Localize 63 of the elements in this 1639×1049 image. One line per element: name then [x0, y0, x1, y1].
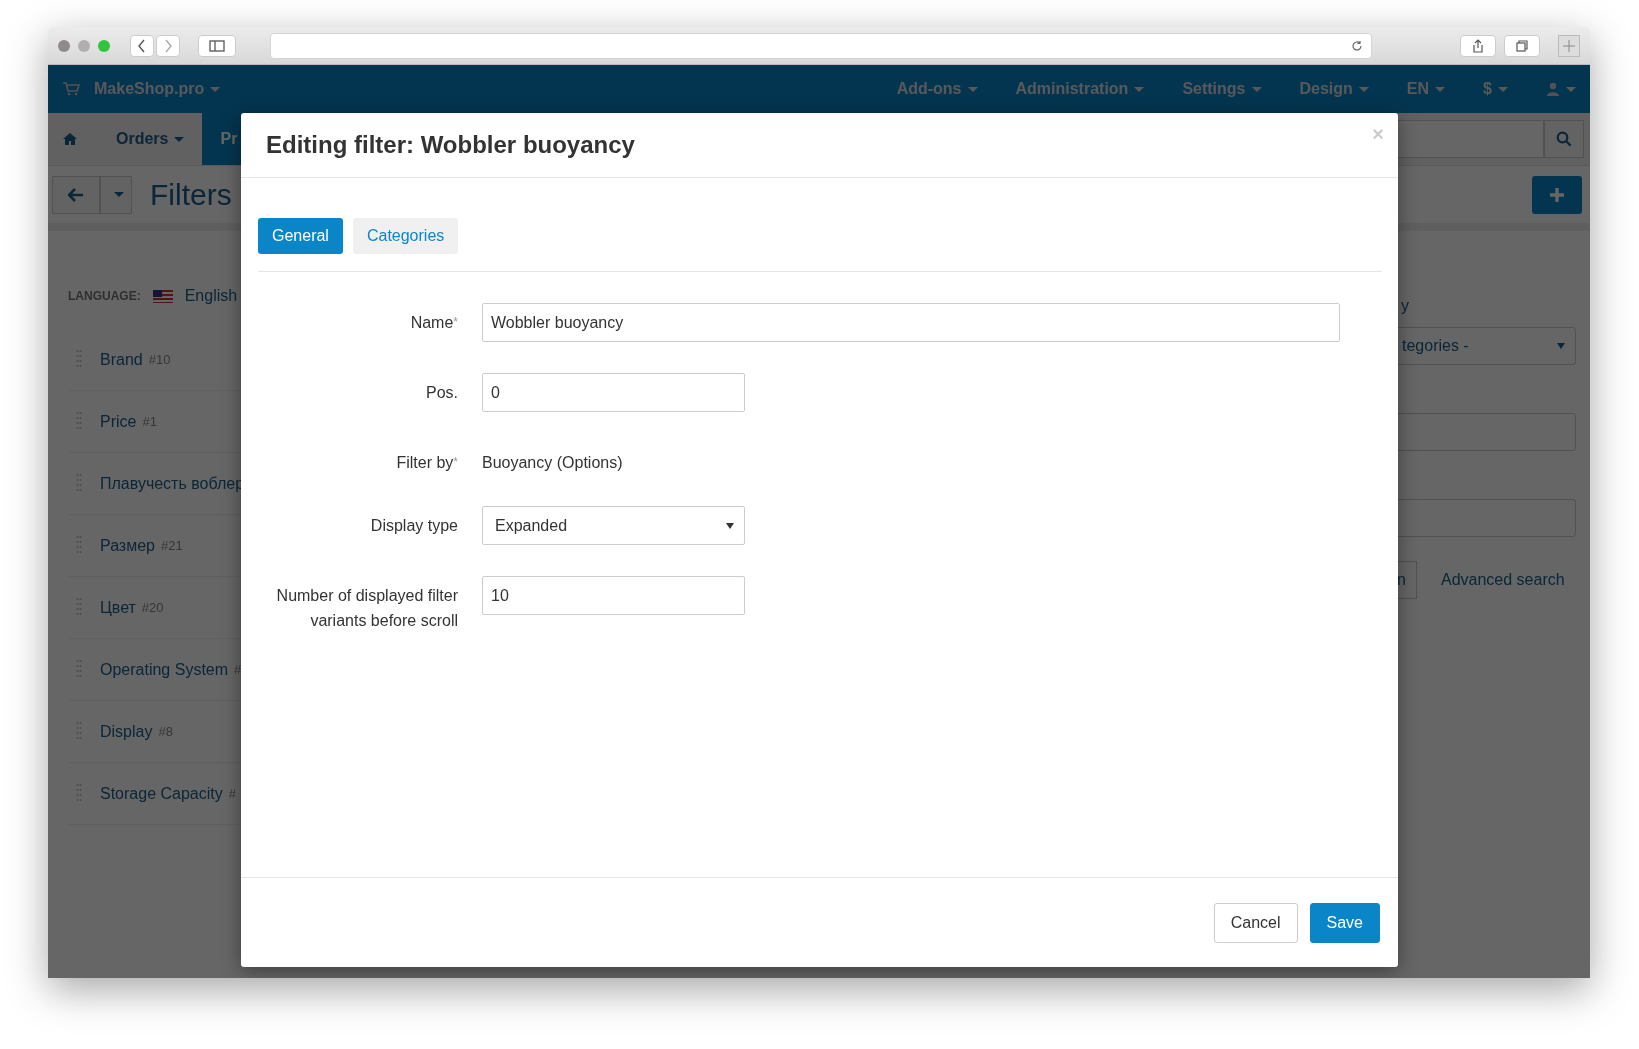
minimize-window-icon[interactable] [78, 39, 90, 52]
language-selector[interactable]: English [184, 287, 238, 305]
chevron-right-icon [163, 38, 173, 53]
dialog-title: Editing filter: Wobbler buoyancy [266, 131, 635, 159]
back-arrow-button[interactable] [52, 175, 100, 214]
flag-icon [152, 289, 173, 303]
filter-link[interactable]: Brand [100, 350, 143, 369]
plus-icon [1549, 186, 1565, 203]
select-dropdown[interactable]: Expanded [482, 506, 745, 545]
tabs-button[interactable] [1504, 34, 1540, 57]
back-button[interactable] [130, 34, 154, 57]
zoom-window-icon[interactable] [98, 39, 110, 52]
close-window-icon[interactable] [58, 39, 70, 52]
add-button[interactable] [1532, 175, 1582, 214]
field-label: Pos. [425, 383, 458, 403]
close-button[interactable]: × [1368, 121, 1388, 148]
search-icon [1556, 131, 1572, 147]
advanced-search-link[interactable]: Advanced search [1441, 571, 1565, 589]
filter-link[interactable]: Display [100, 722, 153, 741]
field-value: Buoyancy (Options) [482, 453, 623, 473]
reload-icon[interactable] [1351, 39, 1363, 52]
text-input[interactable]: 10 [482, 576, 745, 615]
new-tab-button[interactable] [1558, 34, 1580, 57]
share-icon [1472, 38, 1484, 53]
nav-menu-item[interactable]: Design [1299, 80, 1369, 98]
plus-icon [1563, 39, 1575, 52]
filter-link[interactable]: Price [100, 412, 137, 431]
nav-menu-item[interactable]: EN [1406, 80, 1446, 98]
text-input[interactable]: 0 [482, 373, 745, 412]
history-dropdown-button[interactable] [100, 175, 132, 214]
field-label: Display type [369, 516, 458, 536]
tab[interactable]: Categories [352, 218, 459, 254]
filter-link[interactable]: Размер [100, 536, 155, 555]
cart-icon [62, 82, 80, 96]
page-title: Filters [150, 177, 232, 212]
brand-menu[interactable]: MakeShop.pro [94, 80, 221, 98]
nav-menu-item[interactable]: Add-ons [896, 80, 978, 98]
tabs-icon [1516, 39, 1528, 52]
section-tab[interactable]: Orders [98, 113, 203, 165]
user-icon [1546, 82, 1560, 96]
filter-id: # [228, 786, 236, 801]
arrow-left-icon [68, 187, 84, 202]
nav-menu-item[interactable]: Administration [1015, 80, 1145, 98]
field-label: Number of displayed filter variants before scroll [275, 586, 458, 631]
field-label: Name* [409, 313, 458, 333]
field-label: Filter by* [395, 453, 458, 473]
sidebar-button[interactable] [198, 34, 236, 57]
save-button[interactable]: Save [1309, 902, 1380, 943]
text-input[interactable]: Wobbler buoyancy [482, 303, 1340, 342]
search-button[interactable] [1544, 120, 1584, 158]
filter-link[interactable]: Цвет [100, 598, 136, 617]
filter-link[interactable]: Operating System [100, 660, 229, 679]
chevron-left-icon [137, 38, 147, 53]
nav-menu-item[interactable]: $ [1483, 80, 1508, 98]
field-label: y [1401, 297, 1409, 315]
user-menu[interactable] [1546, 82, 1576, 96]
sidebar-icon [209, 39, 225, 52]
share-button[interactable] [1460, 34, 1496, 57]
nav-menu-item[interactable]: Settings [1182, 80, 1262, 98]
filter-id: # [234, 662, 242, 677]
filter-link[interactable]: Storage Capacity [100, 784, 223, 803]
cancel-button[interactable]: Cancel [1213, 902, 1298, 943]
tab[interactable]: General [258, 218, 343, 254]
